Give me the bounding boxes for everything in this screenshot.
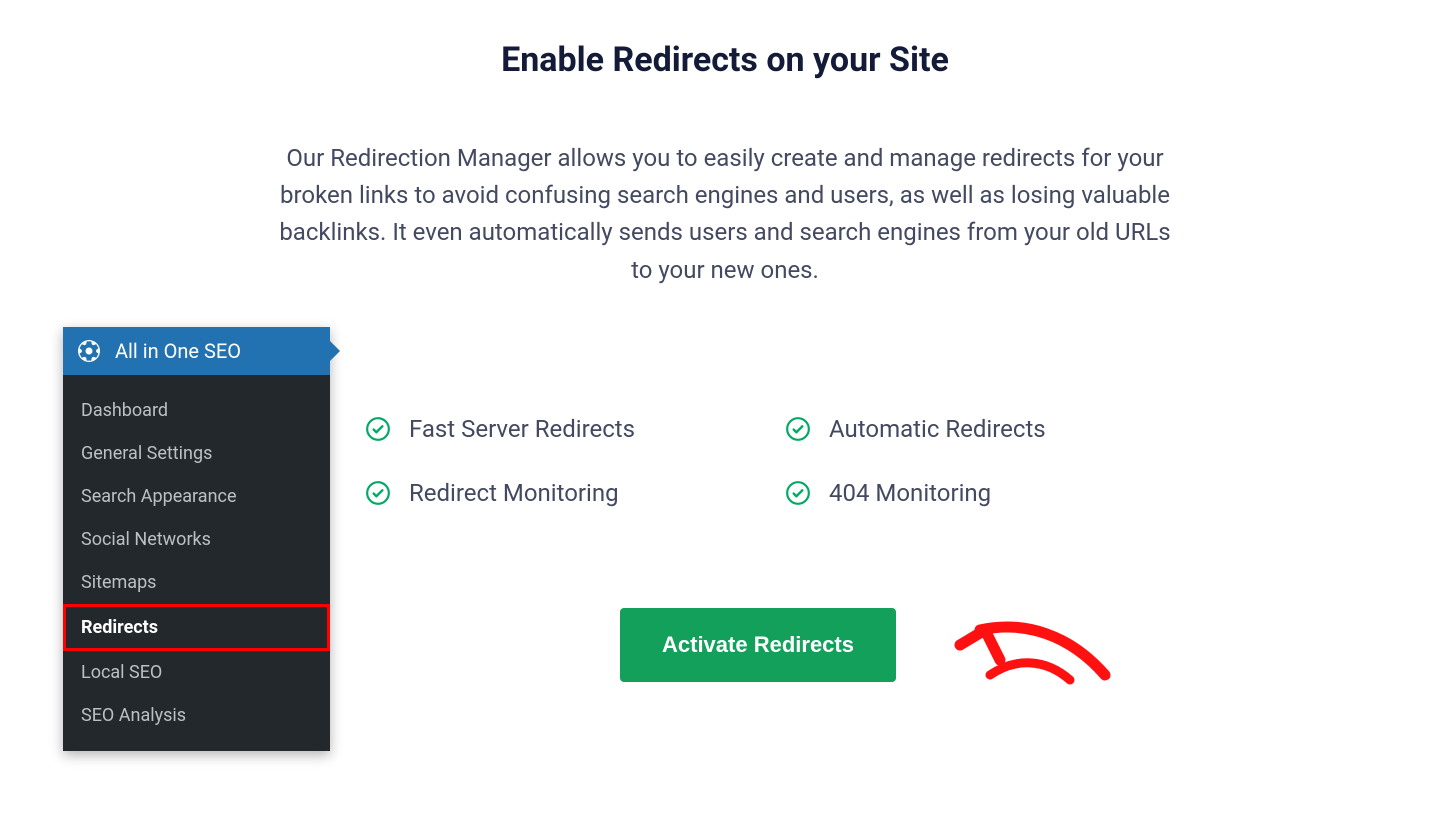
sidebar-item-redirects[interactable]: Redirects [63, 604, 330, 651]
sidebar-item-dashboard[interactable]: Dashboard [63, 389, 330, 432]
sidebar-item-sitemaps[interactable]: Sitemaps [63, 561, 330, 604]
activate-redirects-button[interactable]: Activate Redirects [620, 608, 896, 682]
sidebar-item-seo-analysis[interactable]: SEO Analysis [63, 694, 330, 737]
check-circle-icon [365, 480, 391, 506]
arrow-annotation-icon [930, 580, 1130, 720]
sidebar-item-social-networks[interactable]: Social Networks [63, 518, 330, 561]
feature-redirect-monitoring: Redirect Monitoring [365, 479, 785, 507]
feature-automatic-redirects: Automatic Redirects [785, 415, 1205, 443]
check-circle-icon [785, 416, 811, 442]
sidebar-items: Dashboard General Settings Search Appear… [63, 375, 330, 751]
feature-404-monitoring: 404 Monitoring [785, 479, 1205, 507]
sidebar-item-search-appearance[interactable]: Search Appearance [63, 475, 330, 518]
page-description: Our Redirection Manager allows you to ea… [275, 140, 1175, 289]
feature-label: Redirect Monitoring [409, 479, 619, 507]
gear-icon [77, 339, 101, 363]
sidebar-item-local-seo[interactable]: Local SEO [63, 651, 330, 694]
page-title: Enable Redirects on your Site [0, 40, 1450, 80]
sidebar-header-label: All in One SEO [115, 339, 241, 363]
sidebar: All in One SEO Dashboard General Setting… [63, 327, 330, 751]
feature-label: Automatic Redirects [829, 415, 1046, 443]
feature-fast-server-redirects: Fast Server Redirects [365, 415, 785, 443]
sidebar-item-general-settings[interactable]: General Settings [63, 432, 330, 475]
check-circle-icon [785, 480, 811, 506]
features-grid: Fast Server Redirects Automatic Redirect… [365, 415, 1205, 507]
check-circle-icon [365, 416, 391, 442]
sidebar-header[interactable]: All in One SEO [63, 327, 330, 375]
feature-label: 404 Monitoring [829, 479, 991, 507]
feature-label: Fast Server Redirects [409, 415, 635, 443]
